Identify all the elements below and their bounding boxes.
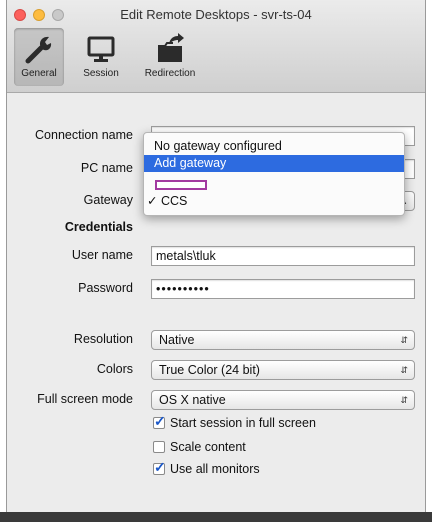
gateway-label: Gateway (83, 193, 133, 207)
chevron-updown-icon: ⇵ (400, 365, 408, 375)
chevron-updown-icon: ⇵ (400, 335, 408, 345)
colors-label: Colors (96, 362, 133, 376)
dock-edge (0, 512, 432, 522)
menu-item-ccs[interactable]: ✓ CCS (144, 193, 404, 210)
tab-redirection[interactable]: Redirection (137, 28, 203, 86)
toolbar: Edit Remote Desktops - svr-ts-04 General… (7, 0, 425, 93)
fullscreen-mode-label: Full screen mode (37, 392, 133, 406)
menu-item-blank[interactable] (155, 180, 207, 190)
wrench-icon (14, 32, 64, 66)
checkmark-icon: ✓ (154, 413, 166, 429)
user-name-label: User name (71, 248, 133, 262)
checkmark-icon: ✓ (154, 459, 166, 475)
scale-content-label: Scale content (170, 440, 246, 454)
password-label: Password (78, 281, 133, 295)
start-fullscreen-label: Start session in full screen (170, 416, 316, 430)
user-name-field[interactable]: metals\tluk (151, 246, 415, 266)
use-all-monitors-label: Use all monitors (170, 462, 260, 476)
pc-name-label: PC name (80, 161, 133, 175)
resolution-value: Native (159, 333, 195, 347)
menu-item-ccs-label: CCS (161, 194, 188, 208)
scale-content-checkbox[interactable]: Scale content (153, 440, 246, 458)
start-fullscreen-checkbox[interactable]: ✓ Start session in full screen (153, 413, 316, 434)
tab-session-label: Session (83, 68, 119, 79)
tab-redirection-label: Redirection (144, 68, 196, 79)
checkbox-box[interactable]: ✓ (153, 413, 166, 429)
fullscreen-mode-select[interactable]: OS X native ⇵ (151, 390, 415, 410)
tab-general[interactable]: General (14, 28, 64, 86)
resolution-label: Resolution (73, 332, 133, 346)
colors-value: True Color (24 bit) (159, 363, 260, 377)
connection-name-label: Connection name (35, 128, 133, 142)
chevron-updown-icon: ⇵ (400, 395, 408, 405)
monitor-icon (77, 32, 125, 66)
tab-session[interactable]: Session (77, 28, 125, 86)
gateway-dropdown-menu: No gateway configured Add gateway ✓ CCS (143, 132, 405, 216)
colors-select[interactable]: True Color (24 bit) ⇵ (151, 360, 415, 380)
menu-item-add-gateway[interactable]: Add gateway (144, 155, 404, 172)
checkmark-icon: ✓ (147, 194, 158, 208)
checkbox-box[interactable] (153, 441, 165, 453)
edit-remote-desktops-window: Edit Remote Desktops - svr-ts-04 General… (6, 0, 426, 516)
credentials-heading: Credentials (64, 220, 133, 234)
password-field[interactable]: •••••••••• (151, 279, 415, 299)
resolution-select[interactable]: Native ⇵ (151, 330, 415, 350)
tab-general-label: General (21, 68, 57, 79)
fullscreen-mode-value: OS X native (159, 393, 226, 407)
checkbox-box[interactable]: ✓ (153, 459, 166, 475)
use-all-monitors-checkbox[interactable]: ✓ Use all monitors (153, 459, 260, 480)
window-title: Edit Remote Desktops - svr-ts-04 (120, 7, 312, 22)
folder-arrow-icon (137, 32, 203, 66)
menu-item-no-gateway[interactable]: No gateway configured (144, 138, 404, 155)
